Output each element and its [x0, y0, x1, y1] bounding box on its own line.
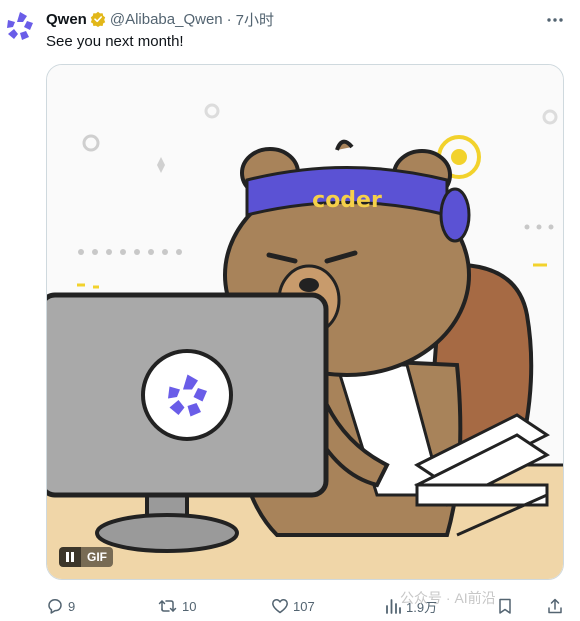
verified-badge-icon: [90, 11, 106, 27]
like-count: 107: [293, 598, 315, 614]
pause-icon[interactable]: [59, 547, 81, 567]
monitor: [47, 292, 329, 498]
tweet: Qwen @Alibaba_Qwen · 7小时 See you next mo…: [0, 0, 580, 621]
media-gif[interactable]: coder GIF: [46, 64, 564, 580]
more-options-icon[interactable]: [545, 12, 565, 28]
timestamp[interactable]: 7小时: [236, 9, 274, 30]
like-button[interactable]: 107: [271, 596, 315, 616]
watermark-text: 公众号 · AI前沿: [400, 590, 496, 606]
heart-icon: [272, 599, 288, 614]
retweet-count: 10: [182, 598, 197, 614]
tweet-header: Qwen @Alibaba_Qwen · 7小时: [46, 9, 274, 29]
retweet-icon: [158, 600, 177, 612]
reply-icon: [48, 599, 62, 614]
share-icon: [548, 598, 562, 614]
gif-badge: GIF: [81, 547, 113, 567]
avatar[interactable]: [2, 8, 38, 44]
reply-count: 9: [68, 598, 76, 614]
watermark: 公众号 · AI前沿: [400, 588, 496, 608]
retweet-button[interactable]: 10: [158, 596, 196, 616]
reply-button[interactable]: 9: [46, 596, 75, 616]
author-handle[interactable]: @Alibaba_Qwen: [110, 11, 223, 28]
bookmark-button[interactable]: [496, 596, 514, 616]
bear-coding-illustration: coder: [47, 65, 563, 579]
headband-text: coder: [312, 188, 382, 213]
author-name[interactable]: Qwen: [46, 11, 87, 28]
separator-dot: ·: [226, 10, 232, 28]
share-button[interactable]: [546, 596, 564, 616]
gif-controls: GIF: [59, 547, 113, 567]
tweet-text: See you next month!: [46, 33, 184, 50]
bookmark-icon: [499, 598, 511, 614]
qwen-logo-icon: [7, 12, 33, 40]
